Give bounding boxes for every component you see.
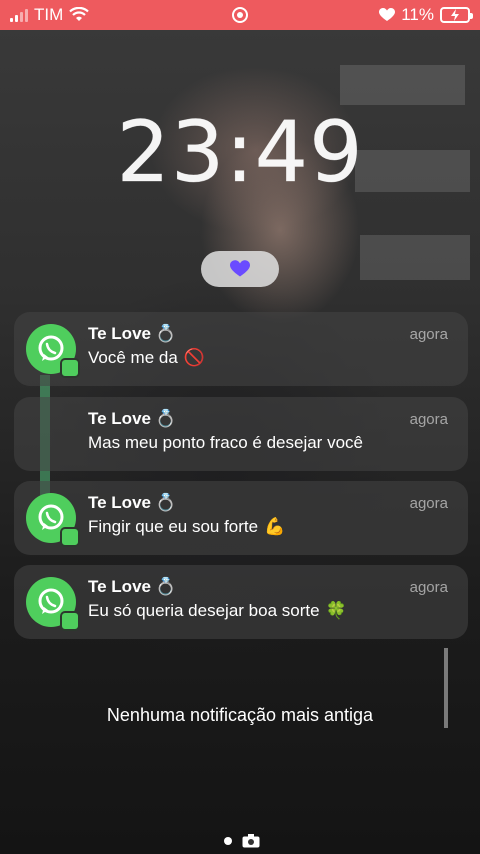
notification-card[interactable]: Te Love 💍 agora Fingir que eu sou forte … xyxy=(14,481,468,555)
notification-time: agora xyxy=(409,495,448,512)
whatsapp-badge-icon xyxy=(60,611,80,631)
wifi-icon xyxy=(69,7,90,21)
notification-card[interactable]: Te Love 💍 agora Mas meu ponto fraco é de… xyxy=(14,397,468,471)
background-light-strip xyxy=(360,235,470,280)
notification-time: agora xyxy=(409,326,448,343)
lockscreen-clock: 23:49 xyxy=(116,103,364,202)
focus-mode-button[interactable] xyxy=(201,251,279,287)
camera-icon[interactable] xyxy=(242,834,260,848)
signal-icon xyxy=(10,8,28,22)
ring-icon: 💍 xyxy=(154,577,177,596)
no-older-notifications-label: Nenhuma notificação mais antiga xyxy=(106,705,374,725)
battery-percent: 11% xyxy=(401,5,434,24)
notification-time: agora xyxy=(409,579,448,596)
whatsapp-badge-icon xyxy=(60,358,80,378)
notification-body: Você me da 🚫 xyxy=(88,348,205,367)
notification-body: Fingir que eu sou forte 💪 xyxy=(88,517,286,536)
whatsapp-icon xyxy=(26,324,80,378)
notification-title: Te Love 💍 xyxy=(88,493,177,512)
whatsapp-icon xyxy=(26,577,80,631)
ring-icon: 💍 xyxy=(154,493,177,512)
page-indicator xyxy=(224,834,260,848)
notification-card[interactable]: Te Love 💍 agora Você me da 🚫 xyxy=(14,312,468,386)
heart-icon xyxy=(379,8,396,21)
notification-card[interactable]: Te Love 💍 agora Eu só queria desejar boa… xyxy=(14,565,468,639)
status-bar: TIM 11% xyxy=(0,0,480,30)
page-dot xyxy=(224,837,232,845)
whatsapp-badge-icon xyxy=(60,527,80,547)
carrier-name: TIM xyxy=(34,5,64,24)
orientation-lock-icon xyxy=(232,7,248,23)
battery-charging-icon xyxy=(440,7,473,23)
background-light-strip xyxy=(340,65,465,105)
ring-icon: 💍 xyxy=(154,409,177,428)
notification-time: agora xyxy=(409,411,448,428)
status-left: TIM xyxy=(10,5,90,25)
notification-title: Te Love 💍 xyxy=(88,324,177,343)
ring-icon: 💍 xyxy=(154,324,177,343)
heart-icon xyxy=(230,260,250,277)
status-right: 11% xyxy=(379,5,473,25)
notification-title: Te Love 💍 xyxy=(88,409,177,428)
notification-body: Eu só queria desejar boa sorte 🍀 xyxy=(88,601,347,620)
four-leaf-clover-icon: 🍀 xyxy=(325,601,347,620)
flexed-biceps-icon: 💪 xyxy=(264,517,286,536)
no-entry-icon: 🚫 xyxy=(183,348,205,367)
whatsapp-icon xyxy=(26,493,80,547)
notification-title: Te Love 💍 xyxy=(88,577,177,596)
notification-body: Mas meu ponto fraco é desejar você xyxy=(88,433,363,452)
